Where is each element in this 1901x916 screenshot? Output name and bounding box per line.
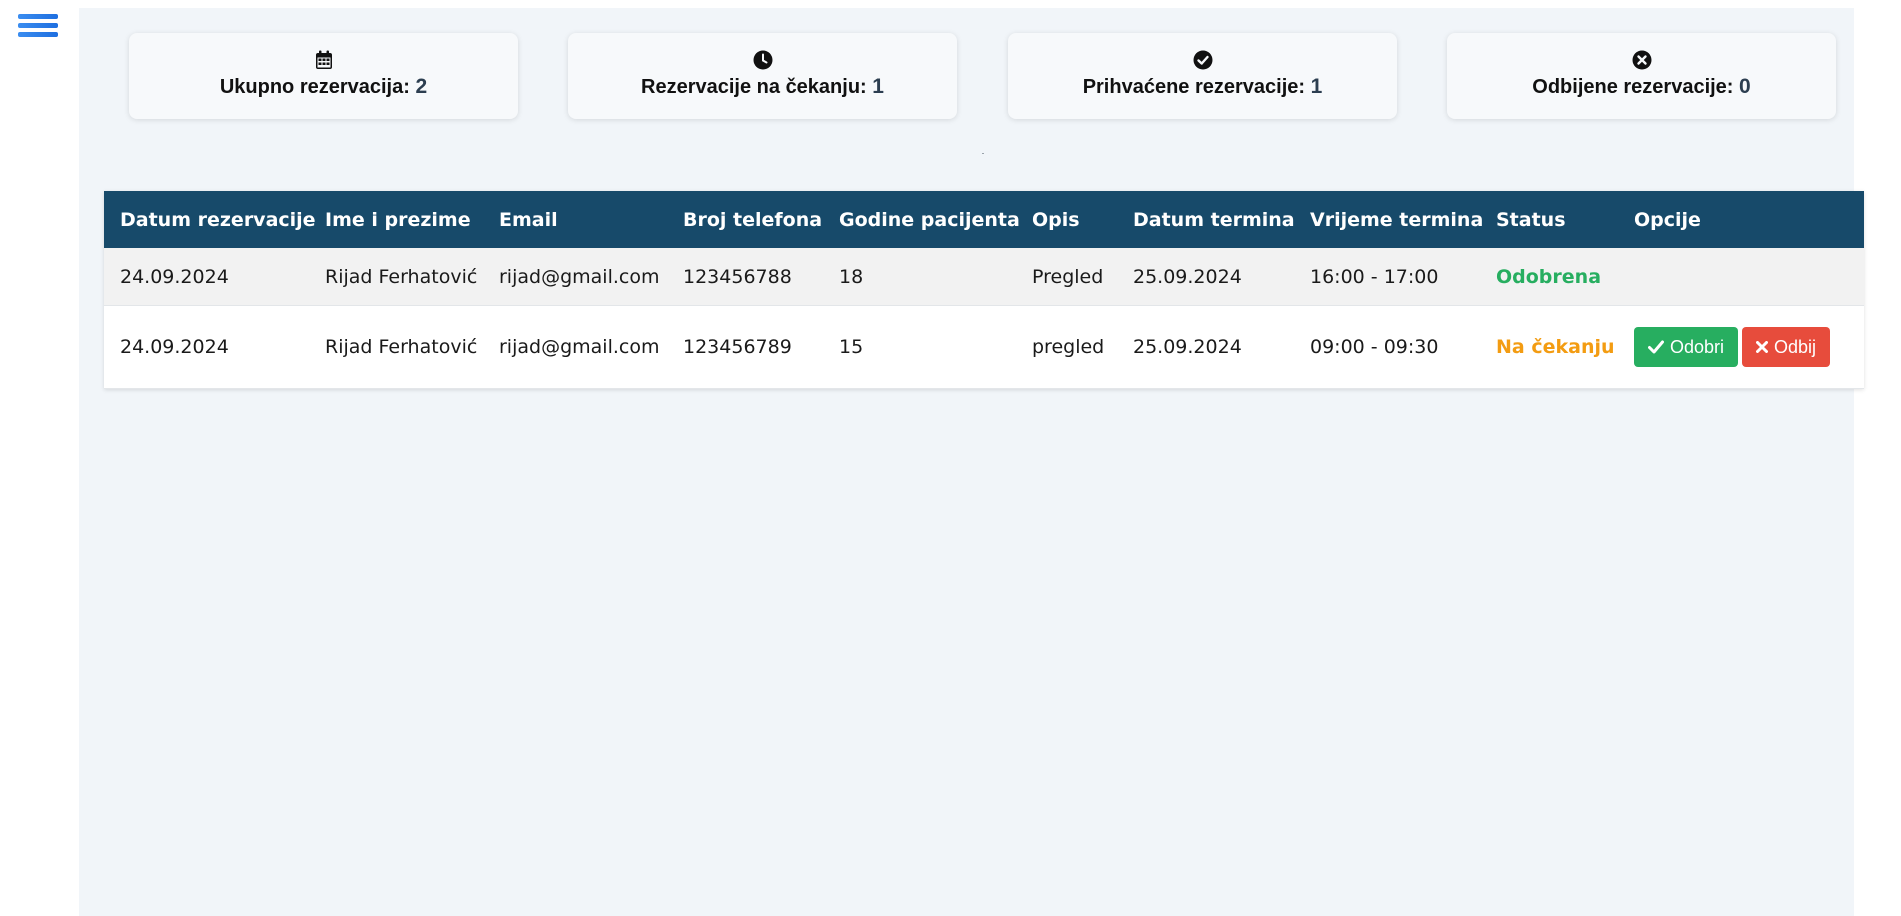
stat-pending-value: 1 [872, 75, 884, 98]
close-icon [1756, 341, 1769, 353]
stat-pending-text: Rezervacije na čekanju: 1 [568, 75, 957, 99]
reservations-table: Datum rezervacije Ime i prezime Email Br… [104, 191, 1864, 389]
cell-options: Odobri Odbij [1618, 305, 1864, 389]
column-header: Godine pacijenta [823, 191, 1020, 248]
table-row: 24.09.2024 Rijad Ferhatović rijad@gmail.… [104, 248, 1864, 306]
stat-rejected-value: 0 [1739, 75, 1751, 98]
cell-reservation-date: 24.09.2024 [104, 248, 309, 306]
calendar-icon [129, 50, 518, 70]
column-header: Email [483, 191, 667, 248]
cell-appointment-time: 09:00 - 09:30 [1294, 305, 1480, 389]
cell-options [1618, 248, 1864, 306]
stat-total-value: 2 [415, 75, 428, 98]
column-header: Broj telefona [667, 191, 823, 248]
check-circle-icon [1008, 50, 1397, 70]
table-row: 24.09.2024 Rijad Ferhatović rijad@gmail.… [104, 305, 1864, 389]
reservations-table-container: Datum rezervacije Ime i prezime Email Br… [104, 191, 1864, 389]
cell-appointment-date: 25.09.2024 [1117, 248, 1294, 306]
cell-name: Rijad Ferhatović [309, 305, 483, 389]
column-header: Ime i prezime [309, 191, 483, 248]
column-header: Datum rezervacije [104, 191, 316, 248]
stat-total-text: Ukupno rezervacija: 2 [129, 75, 518, 99]
column-header: Datum termina [1117, 191, 1295, 248]
cell-description: Pregled [1016, 248, 1117, 306]
stat-total-label: Ukupno rezervacija: [219, 76, 410, 98]
cell-email: rijad@gmail.com [483, 305, 667, 389]
stat-card-rejected: Odbijene rezervacije: 0 [1447, 33, 1836, 119]
cell-appointment-time: 16:00 - 17:00 [1294, 248, 1480, 306]
hamburger-menu-icon[interactable] [18, 14, 58, 46]
approve-button[interactable]: Odobri [1634, 327, 1739, 367]
cell-reservation-date: 24.09.2024 [104, 305, 309, 389]
main-content: Ukupno rezervacija: 2 Rezervacije na ček… [79, 8, 1864, 916]
reject-button[interactable]: Odbij [1742, 327, 1831, 367]
stat-accepted-value: 1 [1310, 75, 1323, 98]
cell-description: pregled [1016, 305, 1117, 389]
x-circle-icon [1447, 50, 1836, 70]
stat-card-pending: Rezervacije na čekanju: 1 [568, 33, 957, 119]
cell-appointment-date: 25.09.2024 [1117, 305, 1294, 389]
clock-icon [568, 50, 957, 70]
column-header: Status [1480, 191, 1618, 248]
reject-button-label: Odbij [1774, 336, 1817, 357]
column-header: Opcije [1618, 191, 1864, 248]
column-header: Vrijeme termina [1294, 191, 1483, 248]
column-header: Opis [1016, 191, 1117, 248]
stat-rejected-label: Odbijene rezervacije: [1532, 76, 1734, 98]
cell-phone: 123456789 [667, 305, 823, 389]
stat-accepted-text: Prihvaćene rezervacije: 1 [1008, 75, 1397, 99]
cell-email: rijad@gmail.com [483, 248, 667, 306]
divider-dot [982, 153, 984, 154]
stat-rejected-text: Odbijene rezervacije: 0 [1447, 75, 1836, 99]
status-badge: Odobrena [1480, 248, 1618, 306]
cell-name: Rijad Ferhatović [309, 248, 483, 306]
stat-accepted-label: Prihvaćene rezervacije: [1082, 76, 1306, 98]
status-badge: Na čekanju [1480, 305, 1618, 389]
approve-button-label: Odobri [1670, 336, 1725, 357]
table-header-row: Datum rezervacije Ime i prezime Email Br… [104, 191, 1864, 248]
stats-row: Ukupno rezervacija: 2 Rezervacije na ček… [79, 33, 1854, 121]
cell-age: 15 [823, 305, 1016, 389]
stat-card-accepted: Prihvaćene rezervacije: 1 [1008, 33, 1397, 119]
stat-pending-label: Rezervacije na čekanju: [641, 76, 867, 98]
check-icon [1648, 340, 1664, 354]
cell-phone: 123456788 [667, 248, 823, 306]
cell-age: 18 [823, 248, 1016, 306]
stat-card-total: Ukupno rezervacija: 2 [129, 33, 518, 119]
